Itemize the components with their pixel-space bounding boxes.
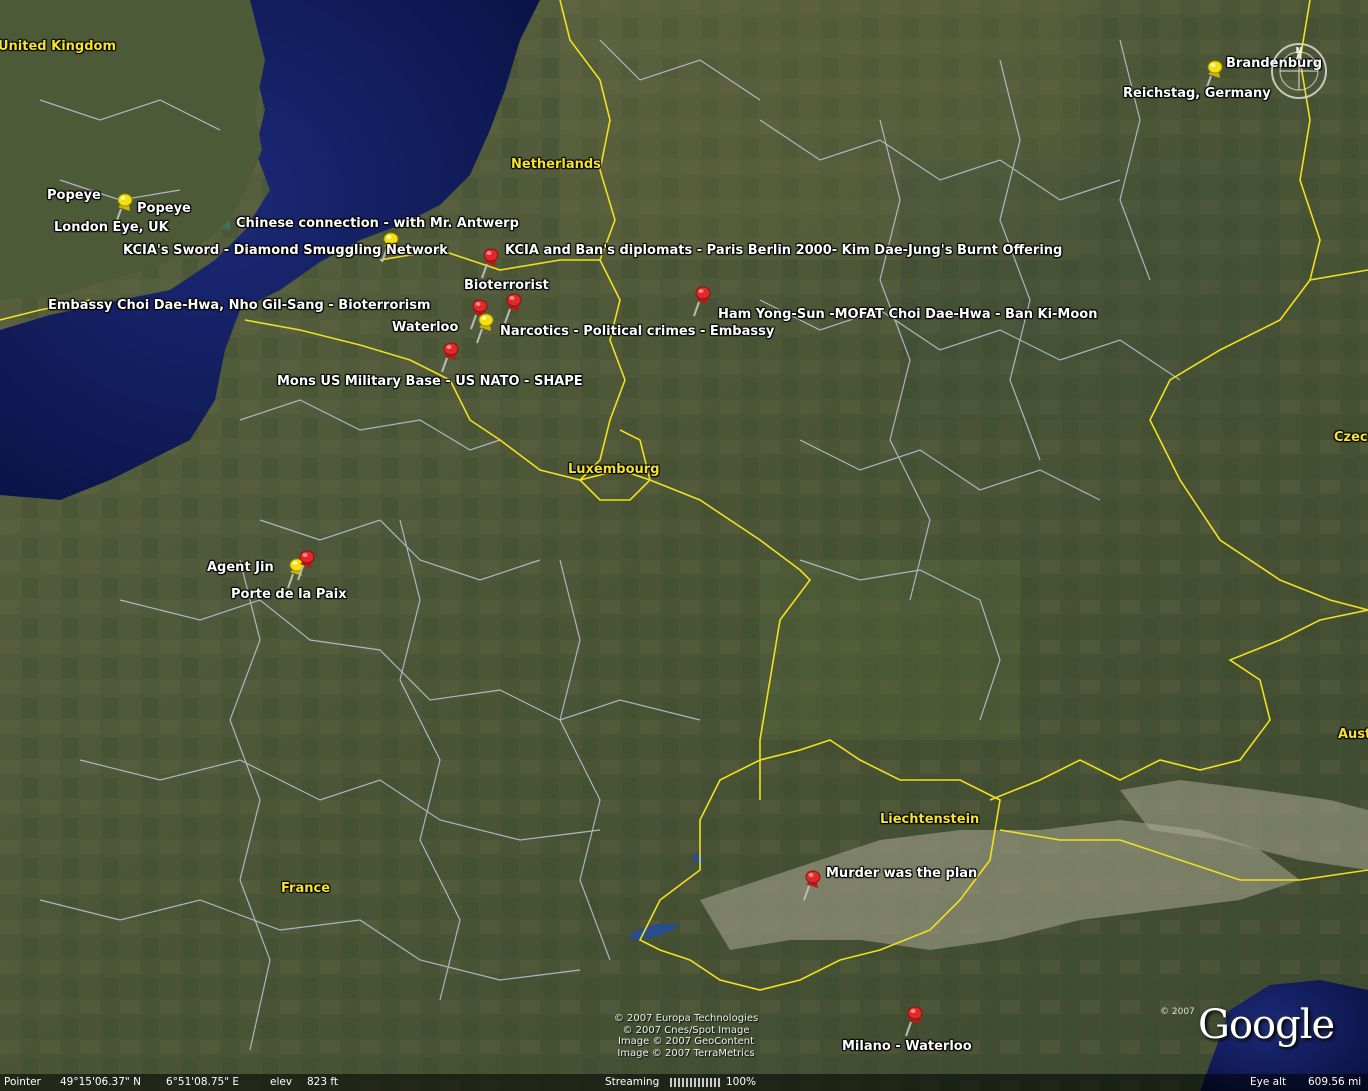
- placemark-label[interactable]: Milano - Waterloo: [842, 1039, 972, 1054]
- country-label-united-kingdom: United Kingdom: [0, 39, 117, 54]
- elevation-value: 823 ft: [307, 1076, 339, 1088]
- pushpin-yellow-icon[interactable]: [471, 311, 497, 345]
- placemark-label[interactable]: Popeye: [137, 201, 191, 216]
- streaming-progress-bar: [670, 1078, 720, 1087]
- country-label-czech: Czec: [1334, 430, 1368, 445]
- credit-line: Image © 2007 TerraMetrics: [617, 1047, 755, 1059]
- country-label-luxembourg: Luxembourg: [568, 462, 660, 477]
- placemark-label[interactable]: Murder was the plan: [826, 866, 977, 881]
- pushpin-red-icon[interactable]: [688, 284, 714, 318]
- pushpin-red-icon[interactable]: [900, 1004, 926, 1038]
- streaming-label: Streaming: [605, 1076, 660, 1088]
- pointer-label: Pointer: [4, 1076, 41, 1088]
- eye-alt-value: 609.56 mi: [1308, 1076, 1362, 1088]
- pushpin-red-icon[interactable]: [798, 868, 824, 902]
- elevation-label: elev: [270, 1076, 293, 1088]
- satellite-map[interactable]: [0, 0, 1368, 1091]
- pushpin-red-icon[interactable]: [499, 291, 525, 325]
- imagery-credits: © 2007 Europa Technologies © 2007 Cnes/S…: [596, 1013, 776, 1059]
- country-label-netherlands: Netherlands: [511, 157, 601, 172]
- placemark-label[interactable]: London Eye, UK: [54, 220, 169, 235]
- placemark-label[interactable]: Chinese connection - with Mr. Antwerp: [236, 216, 519, 231]
- placemark-label[interactable]: Reichstag, Germany: [1123, 86, 1271, 101]
- placemark-label[interactable]: Bioterrorist: [464, 278, 549, 293]
- placemark-label[interactable]: KCIA and Ban's diplomats - Paris Berlin …: [505, 243, 1062, 258]
- placemark-label[interactable]: Ham Yong-Sun -MOFAT Choi Dae-Hwa - Ban K…: [718, 307, 1097, 322]
- google-logo: Google: [1198, 1002, 1335, 1048]
- country-label-liechtenstein: Liechtenstein: [880, 812, 980, 827]
- eye-alt-label: Eye alt: [1250, 1076, 1287, 1088]
- placemark-label[interactable]: Agent Jin: [207, 560, 274, 575]
- streaming-percent: 100%: [726, 1076, 757, 1088]
- placemark-label[interactable]: Embassy Choi Dae-Hwa, Nho Gil-Sang - Bio…: [48, 298, 431, 313]
- pointer-longitude: 6°51'08.75" E: [166, 1076, 240, 1088]
- pushpin-red-icon[interactable]: [476, 246, 502, 280]
- placemark-label[interactable]: Waterloo: [392, 320, 458, 335]
- pointer-latitude: 49°15'06.37" N: [60, 1076, 141, 1088]
- logo-copyright: © 2007: [1160, 1007, 1195, 1017]
- credit-line: Image © 2007 GeoContent: [617, 1036, 755, 1047]
- pushpin-red-icon[interactable]: [436, 340, 462, 374]
- placemark-label[interactable]: Porte de la Paix: [231, 587, 347, 602]
- placemark-label[interactable]: Narcotics - Political crimes - Embassy: [500, 324, 774, 339]
- country-label-france: France: [281, 881, 331, 896]
- placemark-label[interactable]: Popeye: [47, 188, 101, 203]
- credit-line: © 2007 Europa Technologies: [613, 1013, 759, 1024]
- pushpin-red-icon[interactable]: [292, 548, 318, 582]
- country-label-austria: Aust: [1338, 727, 1368, 742]
- placemark-label[interactable]: Mons US Military Base - US NATO - SHAPE: [277, 374, 583, 389]
- credit-line: © 2007 Cnes/Spot Image: [622, 1024, 750, 1036]
- compass-icon[interactable]: N: [1268, 40, 1330, 102]
- placemark-label[interactable]: KCIA's Sword - Diamond Smuggling Network: [123, 243, 448, 258]
